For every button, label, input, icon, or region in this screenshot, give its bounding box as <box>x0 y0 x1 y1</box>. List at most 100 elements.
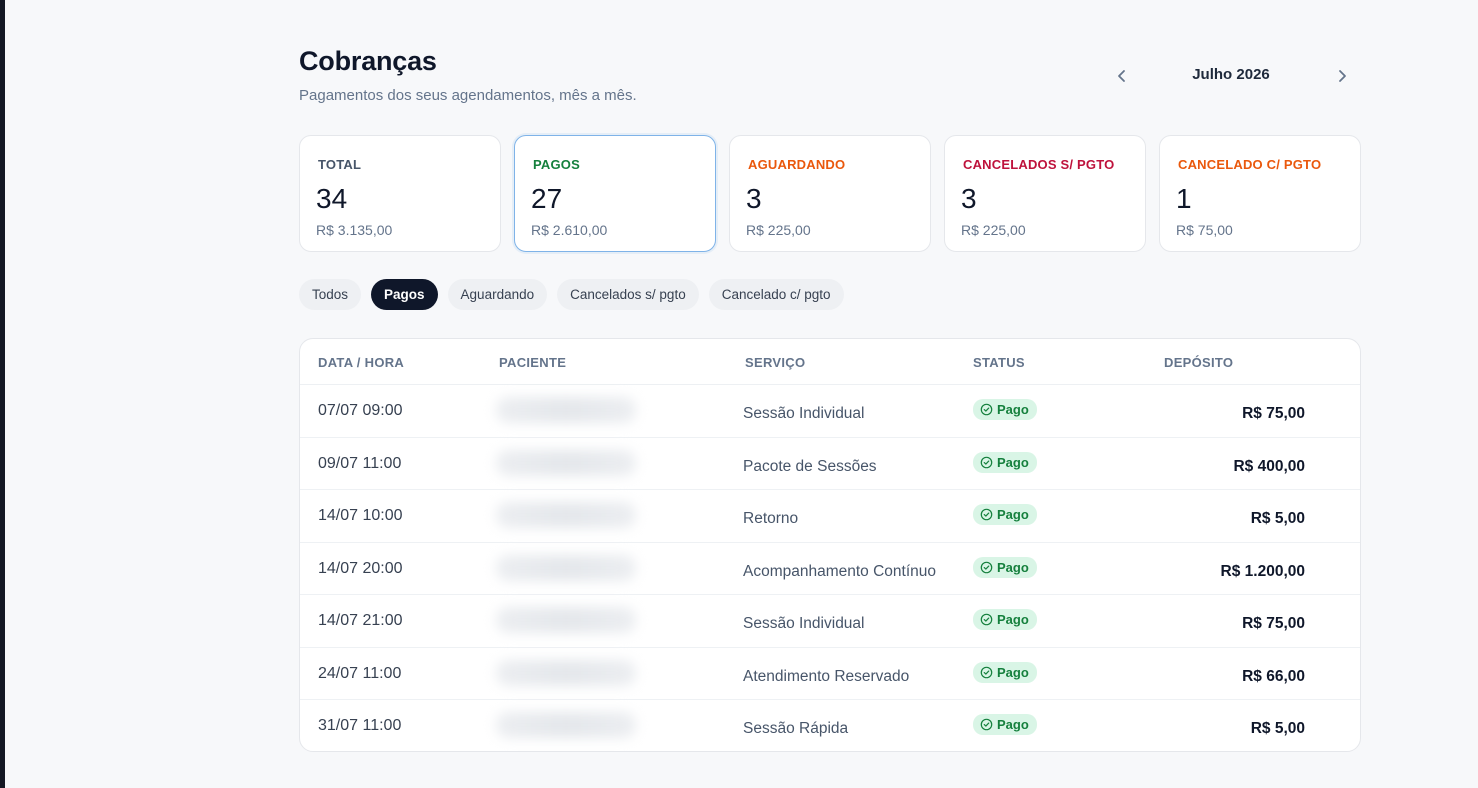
row-deposit: R$ 75,00 <box>1242 615 1305 632</box>
page-header: Cobranças Pagamentos dos seus agendament… <box>299 0 1361 135</box>
previous-month-button[interactable] <box>1106 60 1138 92</box>
stat-amount: R$ 75,00 <box>1176 222 1233 238</box>
stat-count: 27 <box>531 183 563 214</box>
status-text: Pago <box>997 402 1029 417</box>
check-circle-icon <box>980 613 993 626</box>
filter-chip-cancelled-unpaid[interactable]: Cancelados s/ pgto <box>557 279 699 310</box>
row-service: Atendimento Reservado <box>743 667 910 685</box>
row-datetime: 14/07 21:00 <box>318 612 403 629</box>
table-row[interactable]: 09/07 11:00 Pacote de Sessões Pago R$ 40… <box>300 438 1360 490</box>
row-patient-blurred <box>496 659 636 686</box>
table-row[interactable]: 24/07 11:00 Atendimento Reservado Pago R… <box>300 648 1360 700</box>
row-deposit: R$ 400,00 <box>1233 457 1305 475</box>
row-datetime: 14/07 10:00 <box>318 507 403 524</box>
row-patient-blurred <box>496 397 636 423</box>
check-circle-icon <box>980 508 993 521</box>
status-text: Pago <box>997 454 1029 470</box>
row-datetime: 24/07 11:00 <box>318 664 402 682</box>
summary-cards: TOTAL 34 R$ 3.135,00 PAGOS 27 R$ 2.610,0… <box>299 135 1361 252</box>
stat-card-total[interactable]: TOTAL 34 R$ 3.135,00 <box>299 135 501 252</box>
stat-card-paid[interactable]: PAGOS 27 R$ 2.610,00 <box>514 135 716 252</box>
row-service: Sessão Individual <box>743 405 865 422</box>
status-text: Pago <box>997 612 1029 627</box>
row-patient-blurred <box>496 712 636 738</box>
row-datetime: 14/07 20:00 <box>318 559 403 577</box>
table-row[interactable]: 07/07 09:00 Sessão Individual Pago R$ 75… <box>300 385 1360 438</box>
stat-amount: R$ 2.610,00 <box>531 222 608 238</box>
status-text: Pago <box>997 559 1029 575</box>
stat-count: 1 <box>1176 183 1192 214</box>
stat-card-cancelled-unpaid[interactable]: CANCELADOS S/ PGTO 3 R$ 225,00 <box>944 135 1146 252</box>
row-service: Sessão Individual <box>743 615 865 632</box>
stat-count: 34 <box>316 183 348 214</box>
stat-count: 3 <box>961 183 977 214</box>
stat-label: TOTAL <box>318 157 362 172</box>
stat-card-cancelled-paid[interactable]: CANCELADO C/ PGTO 1 R$ 75,00 <box>1159 135 1361 252</box>
row-datetime: 09/07 11:00 <box>318 454 402 472</box>
row-deposit: R$ 1.200,00 <box>1220 562 1305 580</box>
status-badge: Pago <box>973 556 1037 578</box>
column-header-patient: PACIENTE <box>499 355 567 370</box>
column-header-deposit: DEPÓSITO <box>1164 355 1234 370</box>
column-header-service: SERVIÇO <box>745 355 806 370</box>
row-service: Pacote de Sessões <box>743 457 877 475</box>
filter-chip-awaiting[interactable]: Aguardando <box>447 279 548 310</box>
row-deposit: R$ 5,00 <box>1250 510 1305 527</box>
stat-label: CANCELADO C/ PGTO <box>1178 157 1322 172</box>
chevron-left-icon <box>1118 70 1125 82</box>
filter-chip-all[interactable]: Todos <box>299 279 362 310</box>
stat-amount: R$ 225,00 <box>746 222 811 238</box>
row-patient-blurred <box>496 554 636 581</box>
row-service: Sessão Rápida <box>743 720 849 737</box>
row-datetime: 07/07 09:00 <box>318 402 403 419</box>
current-month-label: Julho 2026 <box>1192 66 1270 83</box>
column-header-datetime: DATA / HORA <box>318 355 405 370</box>
column-header-status: STATUS <box>973 355 1025 370</box>
check-circle-icon <box>980 403 993 416</box>
check-circle-icon <box>980 456 993 468</box>
billing-page: Cobranças Pagamentos dos seus agendament… <box>299 0 1361 752</box>
page-subtitle: Pagamentos dos seus agendamentos, mês a … <box>299 87 637 104</box>
filter-chip-paid[interactable]: Pagos <box>371 279 438 310</box>
table-row[interactable]: 31/07 11:00 Sessão Rápida Pago R$ 5,00 <box>300 700 1360 751</box>
row-patient-blurred <box>496 449 636 476</box>
status-filter-chips: Todos Pagos Aguardando Cancelados s/ pgt… <box>299 279 844 310</box>
stat-label: CANCELADOS S/ PGTO <box>963 157 1115 172</box>
status-text: Pago <box>997 507 1029 522</box>
stat-label: PAGOS <box>533 157 580 172</box>
status-badge: Pago <box>973 714 1037 735</box>
status-badge: Pago <box>973 399 1037 420</box>
page-title: Cobranças <box>299 46 437 76</box>
stat-amount: R$ 225,00 <box>961 222 1026 238</box>
status-badge: Pago <box>973 609 1037 630</box>
row-patient-blurred <box>496 607 636 633</box>
row-service: Acompanhamento Contínuo <box>743 562 937 580</box>
status-badge: Pago <box>973 451 1037 473</box>
stat-label: AGUARDANDO <box>748 157 846 172</box>
chevron-right-icon <box>1339 70 1346 82</box>
status-text: Pago <box>997 717 1029 732</box>
table-row[interactable]: 14/07 20:00 Acompanhamento Contínuo Pago… <box>300 543 1360 595</box>
check-circle-icon <box>980 666 993 678</box>
status-badge: Pago <box>973 661 1037 683</box>
row-deposit: R$ 66,00 <box>1242 667 1305 685</box>
check-circle-icon <box>980 561 993 573</box>
stat-amount: R$ 3.135,00 <box>316 222 393 238</box>
filter-chip-cancelled-paid[interactable]: Cancelado c/ pgto <box>708 279 844 310</box>
status-badge: Pago <box>973 504 1037 525</box>
window-left-edge <box>0 0 5 788</box>
stat-card-awaiting[interactable]: AGUARDANDO 3 R$ 225,00 <box>729 135 931 252</box>
stat-count: 3 <box>746 183 762 214</box>
table-row[interactable]: 14/07 21:00 Sessão Individual Pago R$ 75… <box>300 595 1360 648</box>
next-month-button[interactable] <box>1326 60 1358 92</box>
row-service: Retorno <box>743 510 799 527</box>
table-header: DATA / HORA PACIENTE SERVIÇO STATUS DEPÓ… <box>300 339 1360 385</box>
row-datetime: 31/07 11:00 <box>318 717 402 734</box>
payments-table: DATA / HORA PACIENTE SERVIÇO STATUS DEPÓ… <box>299 338 1361 752</box>
month-navigator: Julho 2026 <box>1101 60 1361 92</box>
table-row[interactable]: 14/07 10:00 Retorno Pago R$ 5,00 <box>300 490 1360 543</box>
row-deposit: R$ 5,00 <box>1250 720 1305 737</box>
check-circle-icon <box>980 718 993 731</box>
status-text: Pago <box>997 664 1029 680</box>
row-deposit: R$ 75,00 <box>1242 405 1305 422</box>
